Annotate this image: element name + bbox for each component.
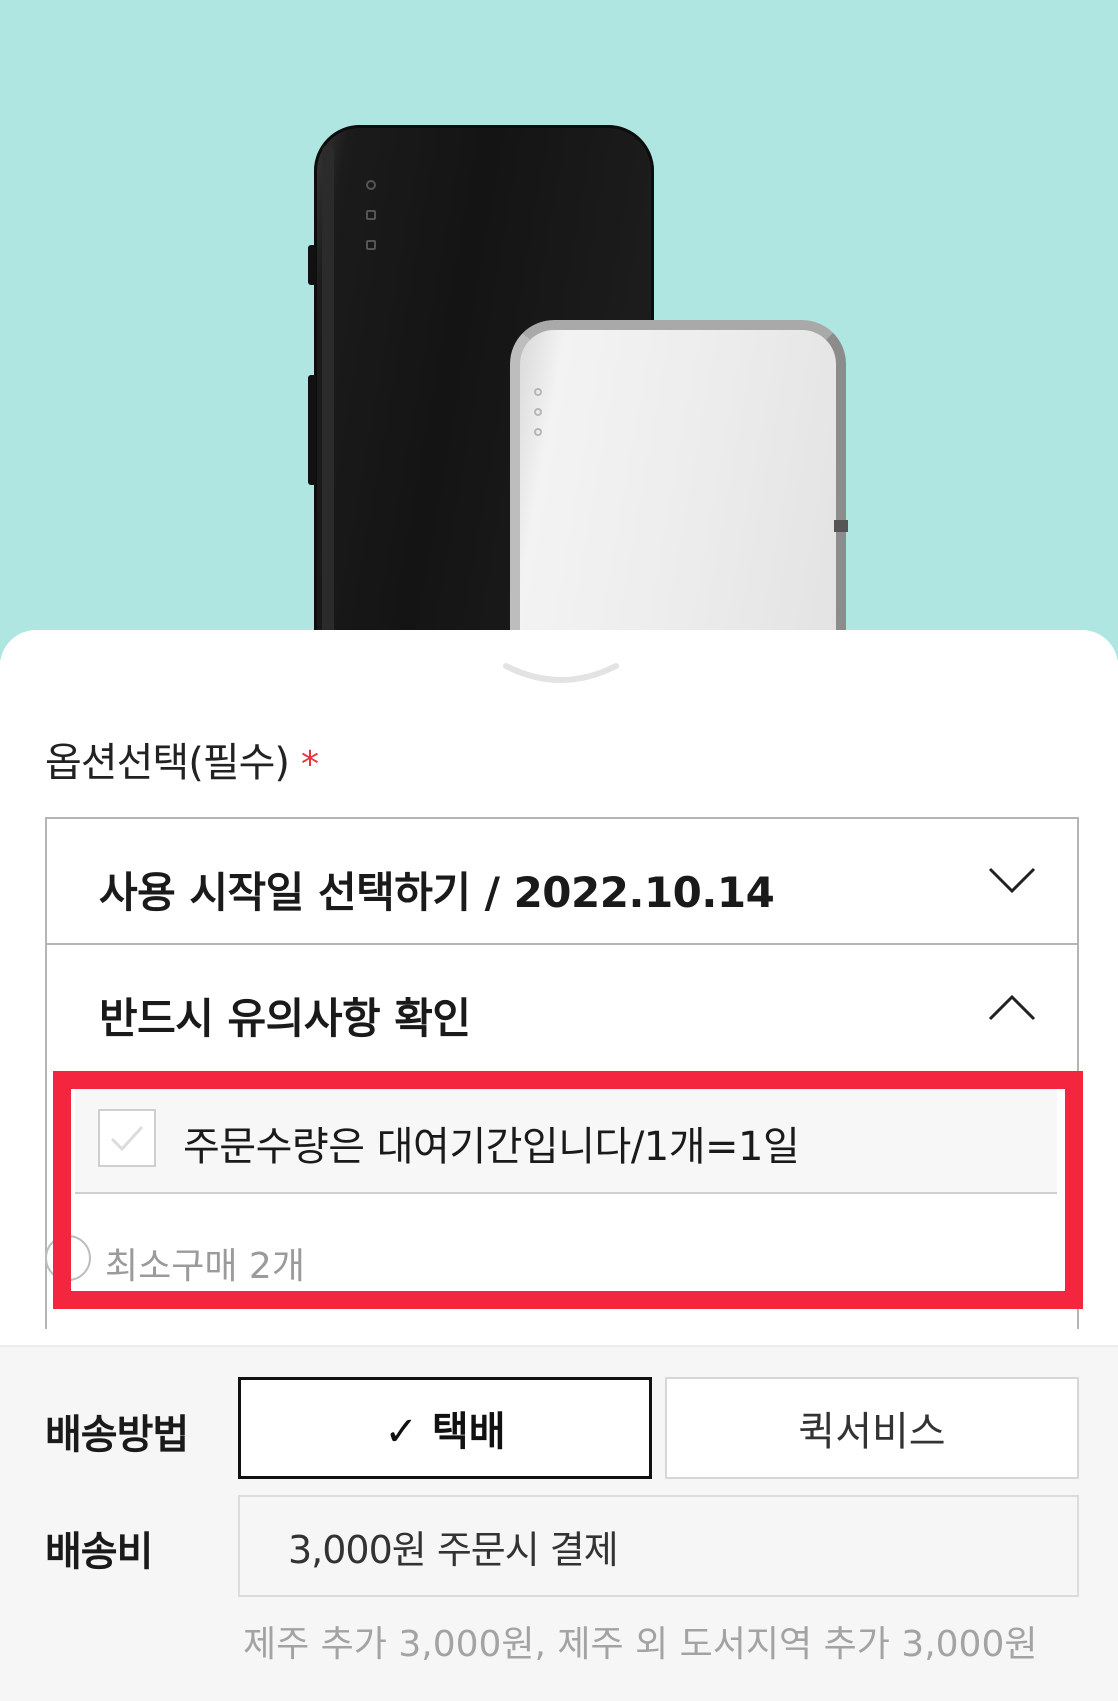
delivery-fee-label: 배송비 xyxy=(45,1529,153,1575)
notice-option-item[interactable]: 주문수량은 대여기간입니다/1개=1일 xyxy=(75,1082,1057,1194)
option-bottom-sheet: 옵션선택(필수) * 사용 시작일 선택하기 / 2022.10.14 반드시 유… xyxy=(0,630,1118,1701)
chevron-up-icon xyxy=(988,994,1036,1021)
silver-router-device xyxy=(510,320,848,660)
delivery-method-label: 배송방법 xyxy=(45,1412,189,1458)
notice-checkbox[interactable] xyxy=(98,1109,156,1167)
check-icon xyxy=(110,1125,144,1152)
chevron-down-icon xyxy=(988,867,1036,894)
quick-service-button[interactable]: 퀵서비스 xyxy=(665,1377,1079,1479)
delivery-section: 배송방법 ✓ 택배 퀵서비스 배송비 3,000원 주문시 결제 제주 추가 3… xyxy=(0,1345,1118,1701)
parcel-delivery-button[interactable]: ✓ 택배 xyxy=(238,1377,652,1479)
start-date-select[interactable]: 사용 시작일 선택하기 / 2022.10.14 xyxy=(45,817,1079,945)
notice-select-label: 반드시 유의사항 확인 xyxy=(99,994,471,1043)
product-hero-image xyxy=(0,0,1118,660)
collapse-handle-icon[interactable] xyxy=(502,660,620,690)
info-icon xyxy=(45,1235,91,1281)
option-select-title: 옵션선택(필수) * xyxy=(45,740,319,786)
start-date-select-label: 사용 시작일 선택하기 / 2022.10.14 xyxy=(99,868,775,917)
required-mark: * xyxy=(301,744,319,785)
delivery-extra-fee-note: 제주 추가 3,000원, 제주 외 도서지역 추가 3,000원 xyxy=(243,1624,1038,1665)
notice-option-text: 주문수량은 대여기간입니다/1개=1일 xyxy=(183,1124,800,1170)
min-purchase-text: 최소구매 2개 xyxy=(105,1246,305,1287)
delivery-fee-value: 3,000원 주문시 결제 xyxy=(238,1495,1079,1597)
